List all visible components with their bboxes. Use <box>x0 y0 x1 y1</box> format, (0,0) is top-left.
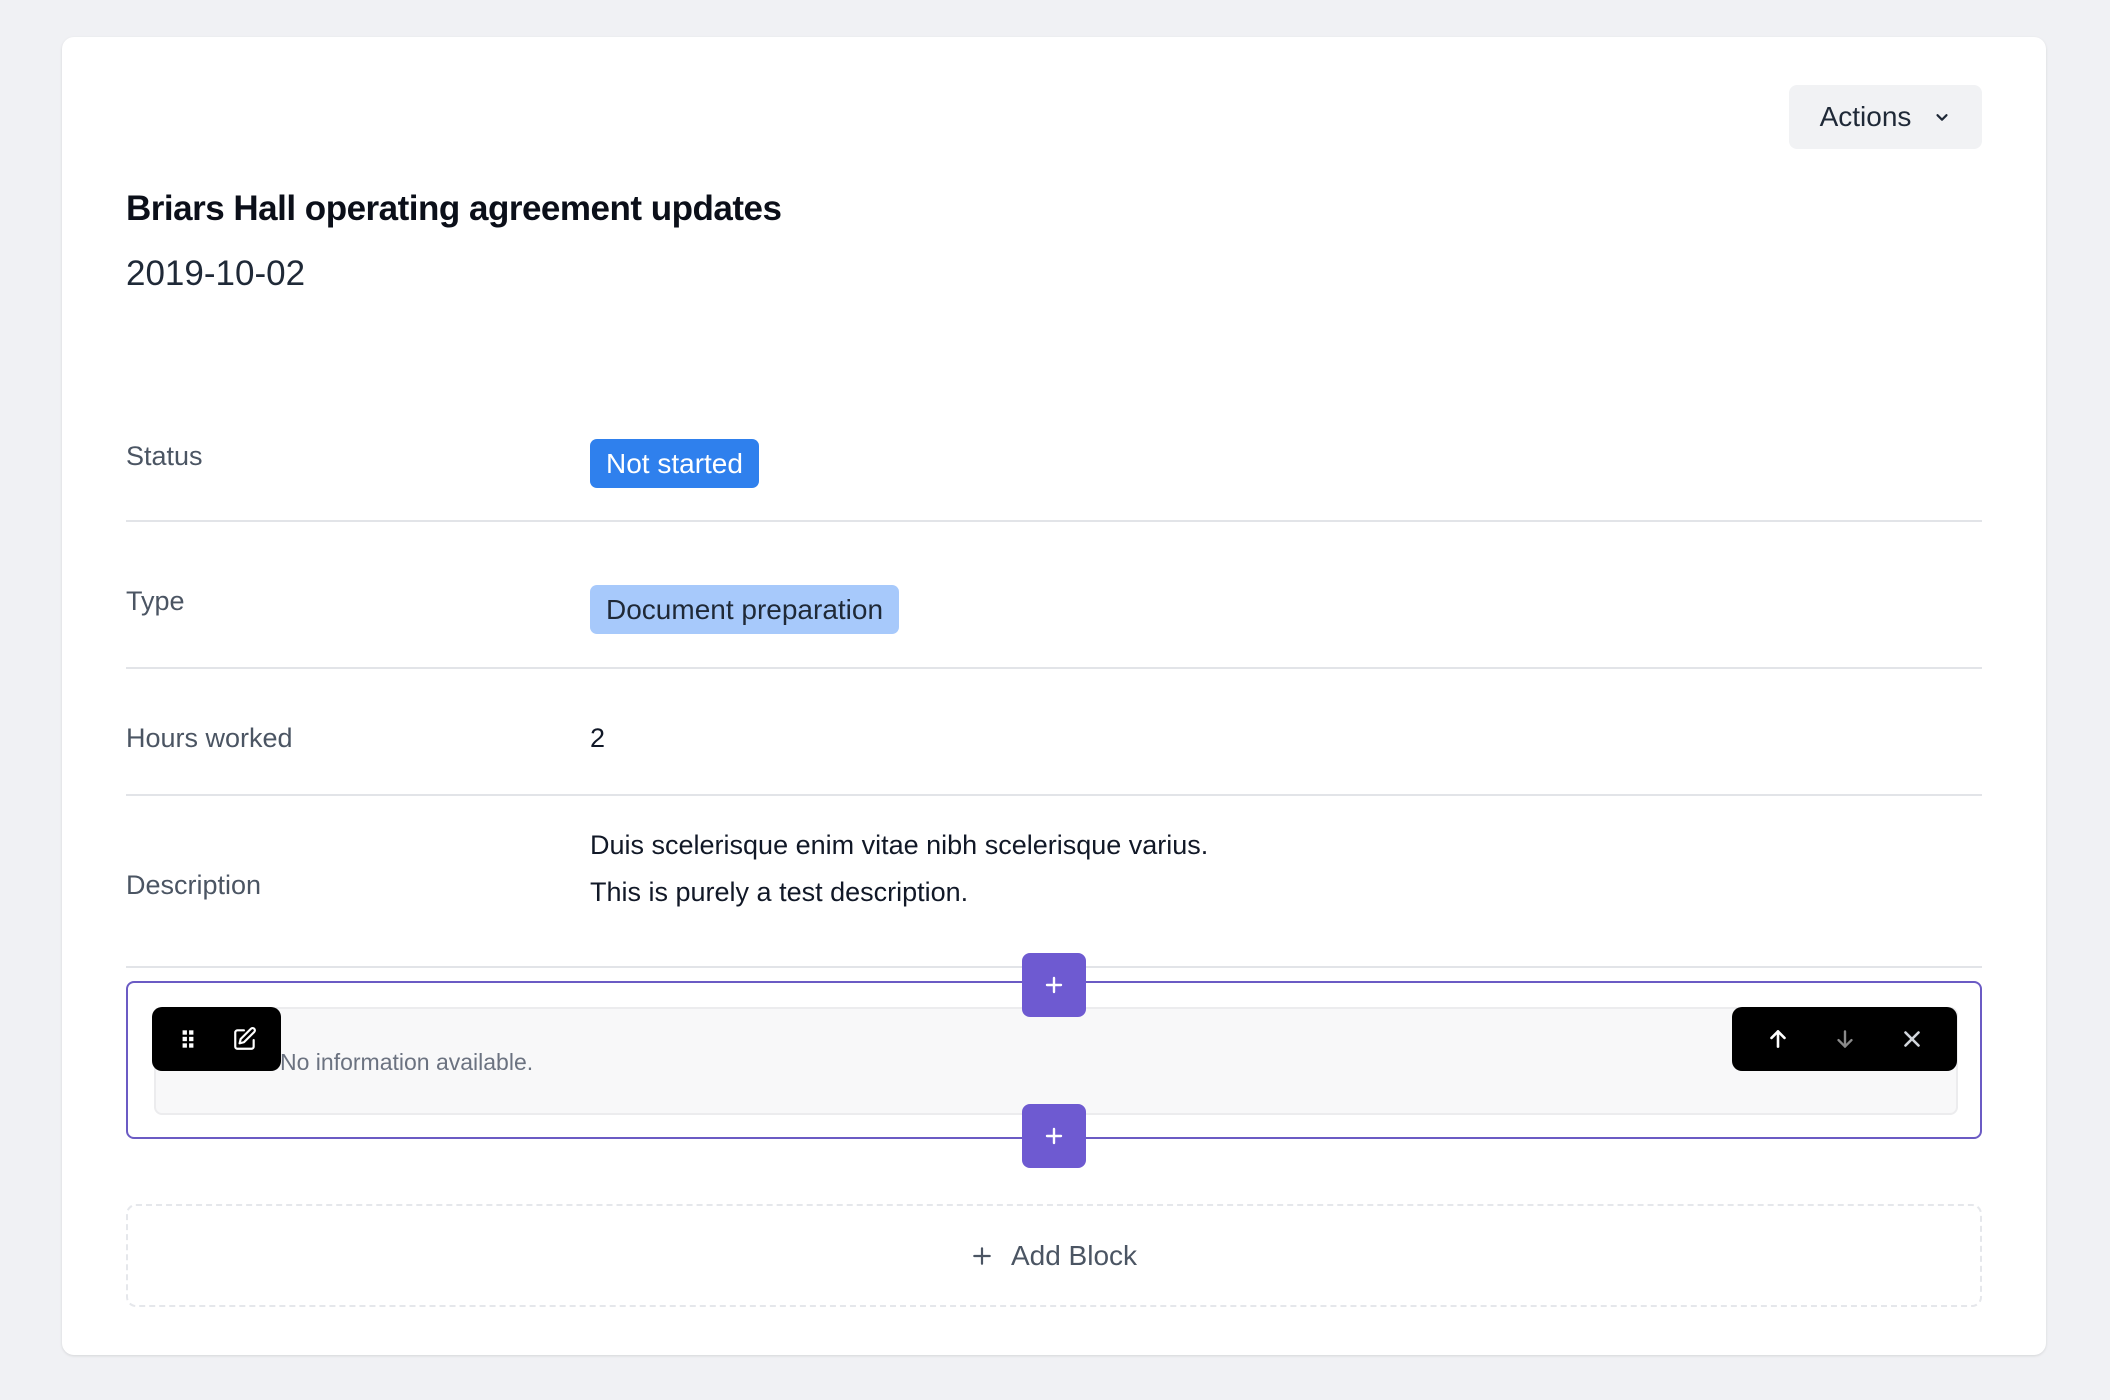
arrow-down-icon <box>1836 1030 1853 1048</box>
edit-icon <box>233 1027 256 1050</box>
plus-icon <box>1045 976 1063 994</box>
field-label-type: Type <box>126 586 185 616</box>
close-icon <box>1903 1031 1920 1047</box>
drag-handle-button[interactable] <box>164 1015 212 1063</box>
actions-button[interactable]: Actions <box>1789 85 1982 149</box>
chevron-down-icon <box>1936 114 1948 121</box>
drag-handle-icon <box>182 1030 194 1048</box>
page-title: Briars Hall operating agreement updates <box>126 189 782 228</box>
field-type: Type Document preparation <box>126 522 1982 669</box>
remove-block-button[interactable] <box>1888 1015 1936 1063</box>
block-toolbar-right <box>1732 1007 1957 1071</box>
insert-block-above-button[interactable] <box>1022 953 1086 1017</box>
edit-block-button[interactable] <box>221 1015 269 1063</box>
arrow-up-icon <box>1769 1030 1786 1048</box>
add-block-label: Add Block <box>1010 1239 1138 1271</box>
page-date: 2019-10-02 <box>126 254 306 293</box>
field-hours: Hours worked 2 <box>126 669 1982 796</box>
status-badge: Not started <box>590 439 759 488</box>
field-value-status: Not started <box>590 439 759 488</box>
field-value-hours: 2 <box>590 723 606 753</box>
insert-block-below-button[interactable] <box>1022 1104 1086 1168</box>
move-down-button[interactable] <box>1821 1015 1869 1063</box>
block-empty-text: No information available. <box>280 1049 534 1075</box>
field-label-description: Description <box>126 870 262 900</box>
plus-icon <box>1045 1127 1063 1145</box>
type-badge: Document preparation <box>590 585 900 634</box>
field-description: Description Duis scelerisque enim vitae … <box>126 796 1982 968</box>
description-line-2: This is purely a test description. <box>590 877 969 907</box>
field-label-hours: Hours worked <box>126 723 293 753</box>
field-status: Status Not started <box>126 397 1982 522</box>
field-label-status: Status <box>126 441 203 471</box>
description-line-1: Duis scelerisque enim vitae nibh sceleri… <box>590 830 1209 860</box>
move-up-button[interactable] <box>1754 1015 1802 1063</box>
block-content: No information available. <box>154 1007 1958 1115</box>
field-value-description: Duis scelerisque enim vitae nibh sceleri… <box>590 822 1208 916</box>
plus-icon <box>973 1246 991 1265</box>
block-toolbar-left <box>152 1007 281 1071</box>
field-value-type: Document preparation <box>590 585 900 634</box>
actions-label: Actions <box>1819 101 1912 132</box>
add-block-button[interactable]: Add Block <box>126 1204 1982 1307</box>
record-card: Actions Briars Hall operating agreement … <box>62 37 2046 1355</box>
